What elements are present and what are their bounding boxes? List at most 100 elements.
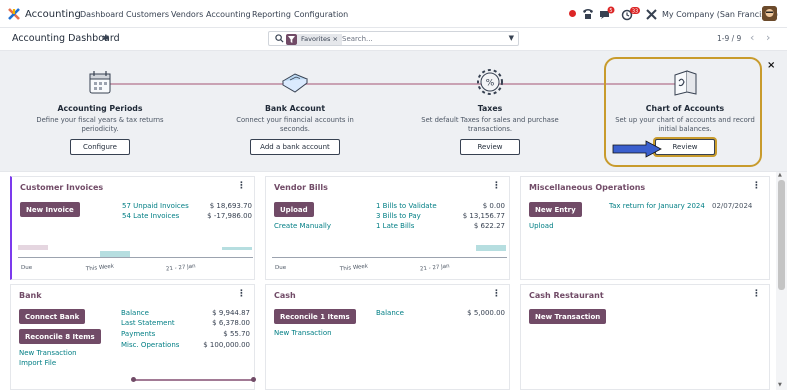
reconcile-items-button[interactable]: Reconcile 1 Items <box>274 309 356 324</box>
tax-return-link[interactable]: Tax return for January 2024 <box>609 202 705 210</box>
graph-bar[interactable] <box>222 247 252 250</box>
chat-icon[interactable]: 5 <box>599 6 615 22</box>
card-options-icon[interactable]: ⋮ <box>492 181 501 191</box>
balance-link[interactable]: Balance <box>121 309 149 317</box>
late-invoices-amount: $ -17,986.00 <box>207 212 252 220</box>
menu-configuration[interactable]: Configuration <box>294 10 348 19</box>
scroll-down-icon[interactable]: ▼ <box>778 382 782 388</box>
payments-link[interactable]: Payments <box>121 330 155 338</box>
upload-link[interactable]: Upload <box>529 222 554 230</box>
menu-vendors[interactable]: Vendors <box>171 10 203 19</box>
search-dropdown-toggle-icon[interactable]: ▼ <box>509 34 514 42</box>
accounting-app-icon[interactable] <box>8 8 20 20</box>
graph-axis-label: 21 - 27 Jan <box>419 263 450 273</box>
menu-accounting[interactable]: Accounting <box>206 10 251 19</box>
unpaid-invoices-link[interactable]: 57 Unpaid Invoices <box>122 202 189 210</box>
customer-invoices-card: Customer Invoices ⋮ New Invoice 57 Unpai… <box>10 176 255 280</box>
configure-button[interactable]: Configure <box>70 139 130 155</box>
scrollbar-thumb[interactable] <box>778 180 785 290</box>
card-title[interactable]: Vendor Bills <box>274 183 328 192</box>
card-title[interactable]: Customer Invoices <box>20 183 103 192</box>
balance-amount: $ 9,944.87 <box>212 309 250 317</box>
balance-graph-line[interactable] <box>133 379 255 381</box>
card-title[interactable]: Bank <box>19 291 42 300</box>
step-title: Bank Account <box>264 104 326 113</box>
card-options-icon[interactable]: ⋮ <box>752 289 761 299</box>
favorites-filter-label: Favorites × <box>297 33 342 45</box>
bills-to-validate-amount: $ 0.00 <box>482 202 505 210</box>
onboarding-banner: Accounting Periods Define your fiscal ye… <box>0 50 787 172</box>
balance-link[interactable]: Balance <box>376 309 404 317</box>
menu-reporting[interactable]: Reporting <box>252 10 291 19</box>
pager-previous-icon[interactable]: ‹ <box>750 31 754 44</box>
app-name[interactable]: Accounting <box>25 9 81 20</box>
pager-next-icon[interactable]: › <box>766 31 770 44</box>
vertical-scrollbar[interactable]: ▲ ▼ <box>776 172 787 390</box>
step-title: Accounting Periods <box>57 104 143 113</box>
graph-axis-label: 21 - 27 Jan <box>165 263 196 273</box>
new-entry-button[interactable]: New Entry <box>529 202 582 217</box>
search-bar[interactable]: Favorites × ▼ <box>268 31 519 46</box>
graph-point[interactable] <box>251 377 256 382</box>
import-file-link[interactable]: Import File <box>19 359 56 367</box>
miscellaneous-operations-card: Miscellaneous Operations ⋮ New Entry Upl… <box>520 176 770 280</box>
annotation-arrow-icon <box>612 140 662 158</box>
close-banner-icon[interactable]: × <box>767 60 775 71</box>
scroll-up-icon[interactable]: ▲ <box>778 172 782 178</box>
cash-restaurant-card: Cash Restaurant ⋮ New Transaction <box>520 284 770 390</box>
upload-button[interactable]: Upload <box>274 202 314 217</box>
graph-axis-label: Due <box>21 265 33 271</box>
graph-baseline <box>272 257 507 258</box>
graph-bar[interactable] <box>476 245 506 251</box>
control-panel: Accounting Dashboard ✱ Favorites × ▼ 1-9… <box>0 28 787 50</box>
reconcile-items-button[interactable]: Reconcile 8 Items <box>19 329 101 344</box>
card-options-icon[interactable]: ⋮ <box>492 289 501 299</box>
calendar-illustration-icon <box>89 71 111 94</box>
late-invoices-link[interactable]: 54 Late Invoices <box>122 212 179 220</box>
card-title[interactable]: Miscellaneous Operations <box>529 183 645 192</box>
activity-clock-icon[interactable]: 33 <box>621 6 641 22</box>
last-statement-amount: $ 6,378.00 <box>212 319 250 327</box>
search-input[interactable] <box>342 33 492 44</box>
late-bills-amount: $ 622.27 <box>473 222 505 230</box>
card-title[interactable]: Cash Restaurant <box>529 291 604 300</box>
company-switcher[interactable]: My Company (San Francisco) <box>662 10 778 19</box>
tools-icon[interactable] <box>646 6 657 22</box>
new-invoice-button[interactable]: New Invoice <box>20 202 80 217</box>
taxes-gear-illustration-icon: % <box>477 69 503 95</box>
card-options-icon[interactable]: ⋮ <box>237 289 246 299</box>
misc-operations-link[interactable]: Misc. Operations <box>121 341 179 349</box>
new-transaction-link[interactable]: New Transaction <box>19 349 77 357</box>
card-title[interactable]: Cash <box>274 291 296 300</box>
chat-badge: 5 <box>609 8 612 14</box>
graph-baseline <box>18 257 253 258</box>
pager-value[interactable]: 1-9 / 9 <box>717 34 741 43</box>
new-transaction-button[interactable]: New Transaction <box>529 309 607 324</box>
step-description: Set default Taxes for sales and purchase… <box>421 116 559 133</box>
misc-operations-amount: $ 100,000.00 <box>203 341 250 349</box>
search-icon[interactable] <box>275 34 284 43</box>
menu-dashboard[interactable]: Dashboard <box>80 10 123 19</box>
last-statement-link[interactable]: Last Statement <box>121 319 175 327</box>
bank-card-illustration-icon <box>281 73 309 93</box>
menu-customers[interactable]: Customers <box>126 10 169 19</box>
connect-bank-button[interactable]: Connect Bank <box>19 309 86 324</box>
favorites-filter-facet[interactable]: Favorites × <box>286 33 342 45</box>
vendor-bills-card: Vendor Bills ⋮ Upload Create Manually 1 … <box>265 176 510 280</box>
card-options-icon[interactable]: ⋮ <box>752 181 761 191</box>
card-options-icon[interactable]: ⋮ <box>237 181 246 191</box>
graph-bar[interactable] <box>18 245 48 250</box>
graph-point[interactable] <box>131 377 136 382</box>
create-manually-link[interactable]: Create Manually <box>274 222 331 230</box>
taxes-review-button[interactable]: Review <box>460 139 520 155</box>
bills-to-pay-link[interactable]: 3 Bills to Pay <box>376 212 421 220</box>
graph-axis-label: Due <box>275 265 287 271</box>
user-avatar[interactable] <box>762 6 777 21</box>
bills-to-validate-link[interactable]: 1 Bills to Validate <box>376 202 437 210</box>
new-transaction-link[interactable]: New Transaction <box>274 329 332 337</box>
phone-icon[interactable] <box>582 6 594 22</box>
gear-icon[interactable]: ✱ <box>102 34 110 44</box>
late-bills-link[interactable]: 1 Late Bills <box>376 222 414 230</box>
add-bank-account-button[interactable]: Add a bank account <box>250 139 340 155</box>
recording-dot-icon[interactable] <box>569 10 576 17</box>
